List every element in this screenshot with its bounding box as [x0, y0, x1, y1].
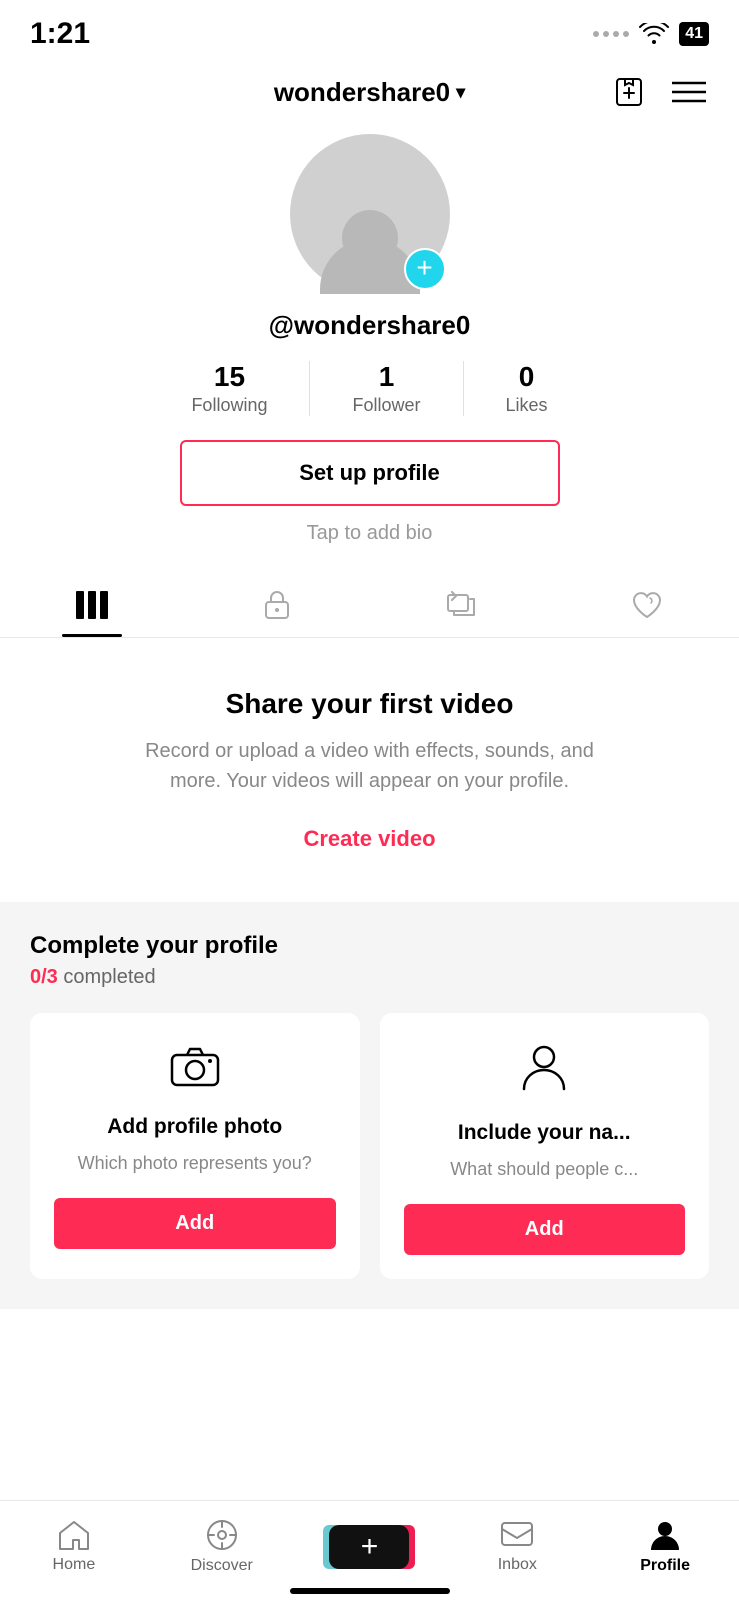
following-count: 15	[214, 361, 245, 393]
status-bar: 1:21 41	[0, 0, 739, 60]
add-photo-card-desc: Which photo represents you?	[78, 1151, 312, 1176]
profile-label: Profile	[640, 1557, 690, 1575]
stats-row: 15 Following 1 Follower 0 Likes	[149, 361, 589, 416]
create-button-inner[interactable]: +	[329, 1525, 409, 1569]
create-plus-icon: +	[361, 1530, 379, 1564]
header-username[interactable]: wondershare0 ▾	[274, 77, 465, 108]
inbox-label: Inbox	[498, 1556, 537, 1574]
tab-likes[interactable]	[554, 573, 739, 637]
following-stat[interactable]: 15 Following	[149, 361, 310, 416]
battery-icon: 41	[679, 22, 709, 46]
inbox-icon	[500, 1519, 534, 1551]
videos-tab-icon	[76, 591, 108, 619]
hamburger-menu-icon	[672, 81, 706, 103]
profile-section: + @wondershare0 15 Following 1 Follower …	[0, 124, 739, 638]
profile-cards-row: Add profile photo Which photo represents…	[30, 1013, 709, 1279]
home-label: Home	[53, 1556, 96, 1574]
plus-icon: +	[416, 254, 432, 282]
header: wondershare0 ▾	[0, 60, 739, 124]
tap-bio-button[interactable]: Tap to add bio	[307, 522, 433, 545]
nav-create[interactable]: +	[296, 1525, 444, 1569]
chevron-down-icon: ▾	[456, 82, 465, 103]
home-indicator	[290, 1588, 450, 1594]
progress-fraction: 0/3	[30, 966, 58, 988]
add-photo-card-title: Add profile photo	[107, 1115, 282, 1139]
status-time: 1:21	[30, 17, 90, 51]
share-description: Record or upload a video with effects, s…	[120, 736, 620, 796]
menu-button[interactable]	[669, 72, 709, 112]
person-icon	[522, 1043, 566, 1103]
discover-icon	[205, 1518, 239, 1552]
create-video-button[interactable]: Create video	[303, 826, 435, 852]
complete-profile-section: Complete your profile 0/3 completed Add …	[0, 902, 739, 1309]
avatar-wrapper: +	[290, 134, 450, 294]
signal-dots-icon	[593, 31, 629, 37]
add-photo-card: Add profile photo Which photo represents…	[30, 1013, 360, 1279]
setup-profile-button[interactable]: Set up profile	[180, 440, 560, 506]
home-icon	[57, 1519, 91, 1551]
likes-count: 0	[519, 361, 535, 393]
include-name-add-button[interactable]: Add	[404, 1204, 686, 1255]
header-username-text: wondershare0	[274, 77, 450, 108]
discover-label: Discover	[191, 1557, 253, 1575]
header-actions	[609, 72, 709, 112]
tab-private[interactable]	[185, 573, 370, 637]
tab-reposts[interactable]	[370, 573, 555, 637]
tab-videos[interactable]	[0, 573, 185, 637]
likes-label: Likes	[506, 395, 548, 416]
nav-discover[interactable]: Discover	[148, 1518, 296, 1575]
status-icons: 41	[593, 22, 709, 46]
include-name-card-desc: What should people c...	[450, 1157, 638, 1182]
lock-tab-icon	[263, 589, 291, 621]
nav-profile[interactable]: Profile	[591, 1518, 739, 1575]
empty-state-content: Share your first video Record or upload …	[0, 638, 739, 882]
profile-nav-icon	[648, 1518, 682, 1552]
likes-tab-icon	[631, 590, 663, 620]
follower-stat[interactable]: 1 Follower	[310, 361, 463, 416]
bookmark-star-icon	[612, 75, 646, 109]
include-name-card: Include your na... What should people c.…	[380, 1013, 710, 1279]
reposts-tab-icon	[446, 591, 478, 619]
camera-icon	[170, 1043, 220, 1097]
completed-text: completed	[63, 966, 155, 988]
nav-home[interactable]: Home	[0, 1519, 148, 1574]
complete-profile-progress: 0/3 completed	[30, 966, 709, 989]
follower-label: Follower	[352, 395, 420, 416]
add-profile-photo-button[interactable]: +	[404, 248, 446, 290]
likes-stat[interactable]: 0 Likes	[464, 361, 590, 416]
profile-tabs	[0, 573, 739, 638]
following-label: Following	[191, 395, 267, 416]
complete-profile-title: Complete your profile	[30, 932, 709, 960]
add-photo-button[interactable]: Add	[54, 1198, 336, 1249]
wifi-icon	[639, 23, 669, 45]
follower-count: 1	[379, 361, 395, 393]
share-first-video-title: Share your first video	[226, 688, 514, 720]
bottom-nav: Home Discover + Inbox	[0, 1500, 739, 1600]
nav-inbox[interactable]: Inbox	[443, 1519, 591, 1574]
profile-handle: @wondershare0	[269, 310, 471, 341]
include-name-card-title: Include your na...	[458, 1121, 631, 1145]
bookmark-star-button[interactable]	[609, 72, 649, 112]
